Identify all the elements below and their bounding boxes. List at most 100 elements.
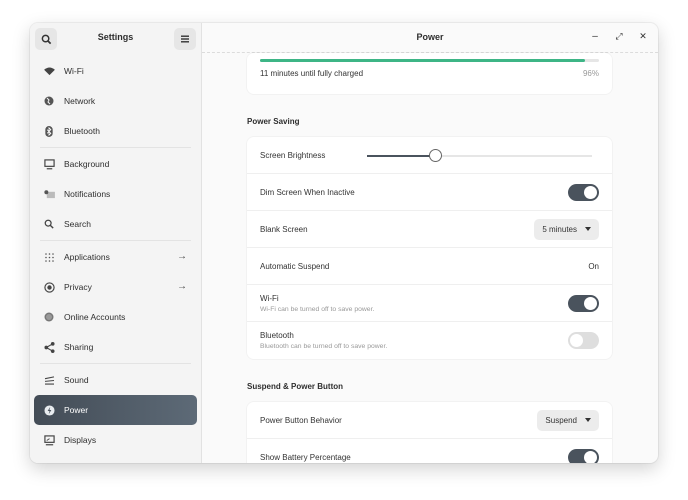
maximize-button[interactable]: ⤢ bbox=[612, 31, 626, 42]
sidebar-item-search[interactable]: Search bbox=[34, 209, 197, 239]
sidebar-item-network[interactable]: Network bbox=[34, 86, 197, 116]
row-label: Screen Brightness bbox=[260, 150, 326, 160]
slider-fill bbox=[367, 155, 435, 157]
automatic-suspend-value: On bbox=[588, 261, 599, 271]
arrow-right-icon: → bbox=[177, 251, 187, 262]
sidebar-item-sharing[interactable]: Sharing bbox=[34, 332, 197, 362]
wifi-icon bbox=[43, 65, 55, 77]
sidebar-item-label: Sound bbox=[64, 375, 89, 385]
content-scroll[interactable]: 11 minutes until fully charged 96% Power… bbox=[247, 53, 612, 463]
power-saving-card: Screen Brightness Dim Screen When Inacti… bbox=[247, 137, 612, 359]
sidebar-item-privacy[interactable]: Privacy → bbox=[34, 272, 197, 302]
toggle-knob bbox=[584, 451, 597, 463]
sidebar-item-label: Notifications bbox=[64, 189, 111, 199]
dim-screen-row: Dim Screen When Inactive bbox=[247, 174, 612, 211]
battery-level-fill bbox=[260, 59, 586, 62]
sidebar-header: Settings bbox=[30, 23, 201, 53]
row-label: Wi-Fi bbox=[260, 293, 279, 303]
toggle-knob bbox=[570, 334, 583, 347]
globe-icon bbox=[43, 95, 55, 107]
menu-button[interactable] bbox=[174, 28, 196, 50]
close-button[interactable]: ✕ bbox=[636, 31, 650, 42]
share-icon bbox=[43, 341, 55, 353]
battery-percentage-toggle[interactable] bbox=[568, 449, 599, 463]
row-label: Power Button Behavior bbox=[260, 415, 342, 425]
separator bbox=[40, 147, 191, 148]
row-label: Blank Screen bbox=[260, 224, 308, 234]
sound-icon bbox=[43, 374, 55, 386]
sidebar-item-applications[interactable]: Applications → bbox=[34, 242, 197, 272]
toggle-knob bbox=[584, 296, 597, 310]
brightness-slider[interactable] bbox=[367, 149, 592, 162]
sidebar-item-label: Online Accounts bbox=[64, 312, 126, 322]
suspend-power-card: Power Button Behavior Suspend Show Batte… bbox=[247, 402, 612, 463]
sidebar-item-label: Wi-Fi bbox=[64, 66, 84, 76]
monitor-icon bbox=[43, 158, 55, 170]
sidebar-item-background[interactable]: Background bbox=[34, 149, 197, 179]
grid-icon bbox=[43, 251, 55, 263]
row-label: Show Battery Percentage bbox=[260, 453, 351, 462]
automatic-suspend-row[interactable]: Automatic Suspend On bbox=[247, 248, 612, 285]
notifications-icon bbox=[43, 188, 55, 200]
chevron-down-icon bbox=[585, 227, 591, 231]
dropdown-value: 5 minutes bbox=[542, 224, 577, 234]
accounts-icon bbox=[43, 311, 55, 323]
sidebar-item-label: Sharing bbox=[64, 342, 94, 352]
sidebar-item-notifications[interactable]: Notifications bbox=[34, 179, 197, 209]
separator bbox=[40, 363, 191, 364]
battery-card: 11 minutes until fully charged 96% bbox=[247, 53, 612, 94]
section-heading-suspend: Suspend & Power Button bbox=[247, 382, 343, 391]
wifi-power-toggle[interactable] bbox=[568, 294, 599, 312]
sidebar-item-label: Background bbox=[64, 159, 110, 169]
dim-screen-toggle[interactable] bbox=[568, 183, 599, 201]
bluetooth-power-row: Bluetooth Bluetooth can be turned off to … bbox=[247, 322, 612, 359]
display-icon bbox=[43, 434, 55, 446]
minimize-button[interactable]: – bbox=[588, 31, 602, 42]
wifi-power-row: Wi-Fi Wi-Fi can be turned off to save pow… bbox=[247, 285, 612, 322]
dropdown-value: Suspend bbox=[545, 415, 577, 425]
power-button-dropdown[interactable]: Suspend bbox=[537, 409, 599, 431]
screen-brightness-row: Screen Brightness bbox=[247, 137, 612, 174]
toggle-knob bbox=[584, 185, 597, 199]
bluetooth-icon bbox=[43, 125, 55, 137]
sidebar-item-label: Privacy bbox=[64, 282, 92, 292]
bluetooth-power-toggle[interactable] bbox=[568, 332, 599, 349]
row-subtitle: Wi-Fi can be turned off to save power. bbox=[260, 305, 375, 313]
row-label: Dim Screen When Inactive bbox=[260, 187, 355, 197]
power-icon bbox=[43, 404, 55, 416]
row-label: Bluetooth bbox=[260, 331, 294, 340]
sidebar-item-power[interactable]: Power bbox=[34, 395, 197, 425]
arrow-right-icon: → bbox=[177, 281, 187, 292]
sidebar-item-bluetooth[interactable]: Bluetooth bbox=[34, 116, 197, 146]
sidebar-item-label: Network bbox=[64, 96, 96, 106]
slider-handle[interactable] bbox=[428, 149, 442, 162]
power-button-row: Power Button Behavior Suspend bbox=[247, 402, 612, 439]
sidebar-item-online-accounts[interactable]: Online Accounts bbox=[34, 302, 197, 332]
sidebar: Settings Wi-Fi Network Bluetooth Backgro… bbox=[30, 23, 202, 463]
sidebar-item-label: Search bbox=[64, 219, 91, 229]
row-subtitle: Bluetooth can be turned off to save powe… bbox=[260, 343, 388, 350]
blank-screen-row: Blank Screen 5 minutes bbox=[247, 211, 612, 248]
battery-status: 11 minutes until fully charged bbox=[260, 69, 364, 78]
section-heading-power-saving: Power Saving bbox=[247, 117, 300, 126]
battery-percent: 96% bbox=[582, 69, 599, 78]
blank-screen-dropdown[interactable]: 5 minutes bbox=[534, 218, 599, 240]
main-panel: Power – ⤢ ✕ 11 minutes until fully charg… bbox=[202, 23, 658, 463]
header-bar: Power – ⤢ ✕ bbox=[202, 23, 658, 53]
separator bbox=[40, 240, 191, 241]
row-label: Automatic Suspend bbox=[260, 261, 330, 271]
sidebar-item-wifi[interactable]: Wi-Fi bbox=[34, 56, 197, 86]
chevron-down-icon bbox=[585, 418, 591, 422]
sidebar-item-label: Bluetooth bbox=[64, 126, 100, 136]
sidebar-item-label: Power bbox=[64, 405, 89, 415]
sidebar-nav: Wi-Fi Network Bluetooth Background Notif… bbox=[34, 56, 197, 455]
sidebar-item-label: Applications bbox=[64, 252, 110, 262]
search-icon bbox=[43, 218, 55, 230]
sidebar-item-sound[interactable]: Sound bbox=[34, 365, 197, 395]
sidebar-item-label: Displays bbox=[64, 435, 97, 445]
sidebar-item-displays[interactable]: Displays bbox=[34, 425, 197, 455]
battery-level-bar bbox=[260, 59, 599, 62]
battery-percentage-row: Show Battery Percentage bbox=[247, 439, 612, 463]
hamburger-icon bbox=[181, 35, 189, 43]
privacy-icon bbox=[43, 281, 55, 293]
